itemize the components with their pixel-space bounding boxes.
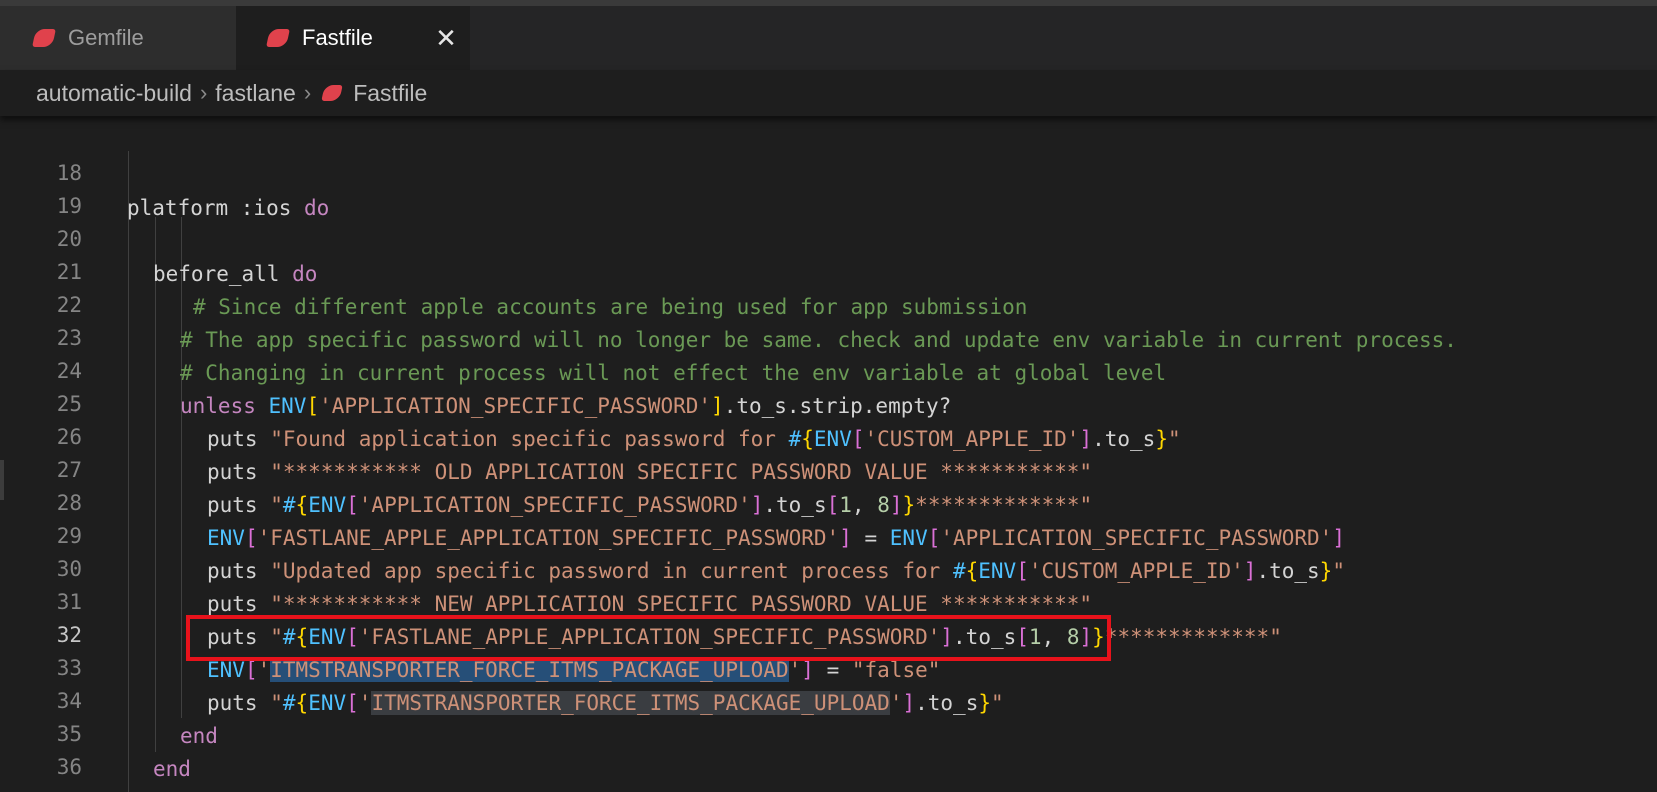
code-line: 29 puts "Updated app specific password i…	[0, 484, 1657, 583]
code-line-current: 32 ENV['ITMSTRANSPORTER_FORCE_ITMS_PACKA…	[0, 583, 1657, 682]
chevron-right-icon: ›	[303, 80, 312, 105]
ruby-icon	[321, 85, 343, 101]
tab-fastfile[interactable]: Fastfile ✕	[236, 6, 470, 70]
breadcrumb: automatic-build › fastlane › Fastfile	[0, 70, 1657, 116]
ruby-icon	[32, 29, 56, 47]
code-line: 26 puts "*********** OLD APPLICATION SPE…	[0, 385, 1657, 484]
code-line: 24 unless ENV['APPLICATION_SPECIFIC_PASS…	[0, 319, 1657, 418]
highlight-box	[186, 615, 1111, 661]
editor-tab-bar: Gemfile Fastfile ✕	[0, 0, 1657, 70]
breadcrumb-item-fastlane[interactable]: fastlane	[215, 80, 296, 107]
chevron-right-icon: ›	[199, 80, 208, 105]
ruby-icon	[266, 29, 290, 47]
code-line: 27 puts "#{ENV['APPLICATION_SPECIFIC_PAS…	[0, 418, 1657, 517]
close-icon[interactable]: ✕	[432, 6, 460, 70]
tab-label: Fastfile	[302, 25, 373, 50]
breadcrumb-item-fastfile[interactable]: Fastfile	[353, 80, 427, 107]
code-editor[interactable]: 18 platform :ios do 19 20 before_all do …	[0, 116, 1657, 792]
tab-gemfile[interactable]: Gemfile	[0, 6, 237, 70]
line-number: 36	[56, 755, 82, 779]
code-line: 31 puts "#{ENV['FASTLANE_APPLE_APPLICATI…	[0, 550, 1657, 649]
code-line: 30 puts "*********** NEW APPLICATION SPE…	[0, 517, 1657, 616]
code-line: 18 platform :ios do	[0, 121, 1657, 220]
code-line: 23 # Changing in current process will no…	[0, 286, 1657, 385]
code-line: 22 # The app specific password will no l…	[0, 253, 1657, 352]
code-line: 36	[0, 715, 1657, 779]
code-line: 25 puts "Found application specific pass…	[0, 352, 1657, 451]
code-line: 28 ENV['FASTLANE_APPLE_APPLICATION_SPECI…	[0, 451, 1657, 550]
code-line: 35 end	[0, 682, 1657, 781]
code-line: 20 before_all do	[0, 187, 1657, 286]
breadcrumb-item-automatic-build[interactable]: automatic-build	[36, 80, 192, 107]
tab-label: Gemfile	[68, 25, 144, 50]
code-line: 21 # Since different apple accounts are …	[0, 220, 1657, 319]
code-line: 19	[0, 154, 1657, 218]
